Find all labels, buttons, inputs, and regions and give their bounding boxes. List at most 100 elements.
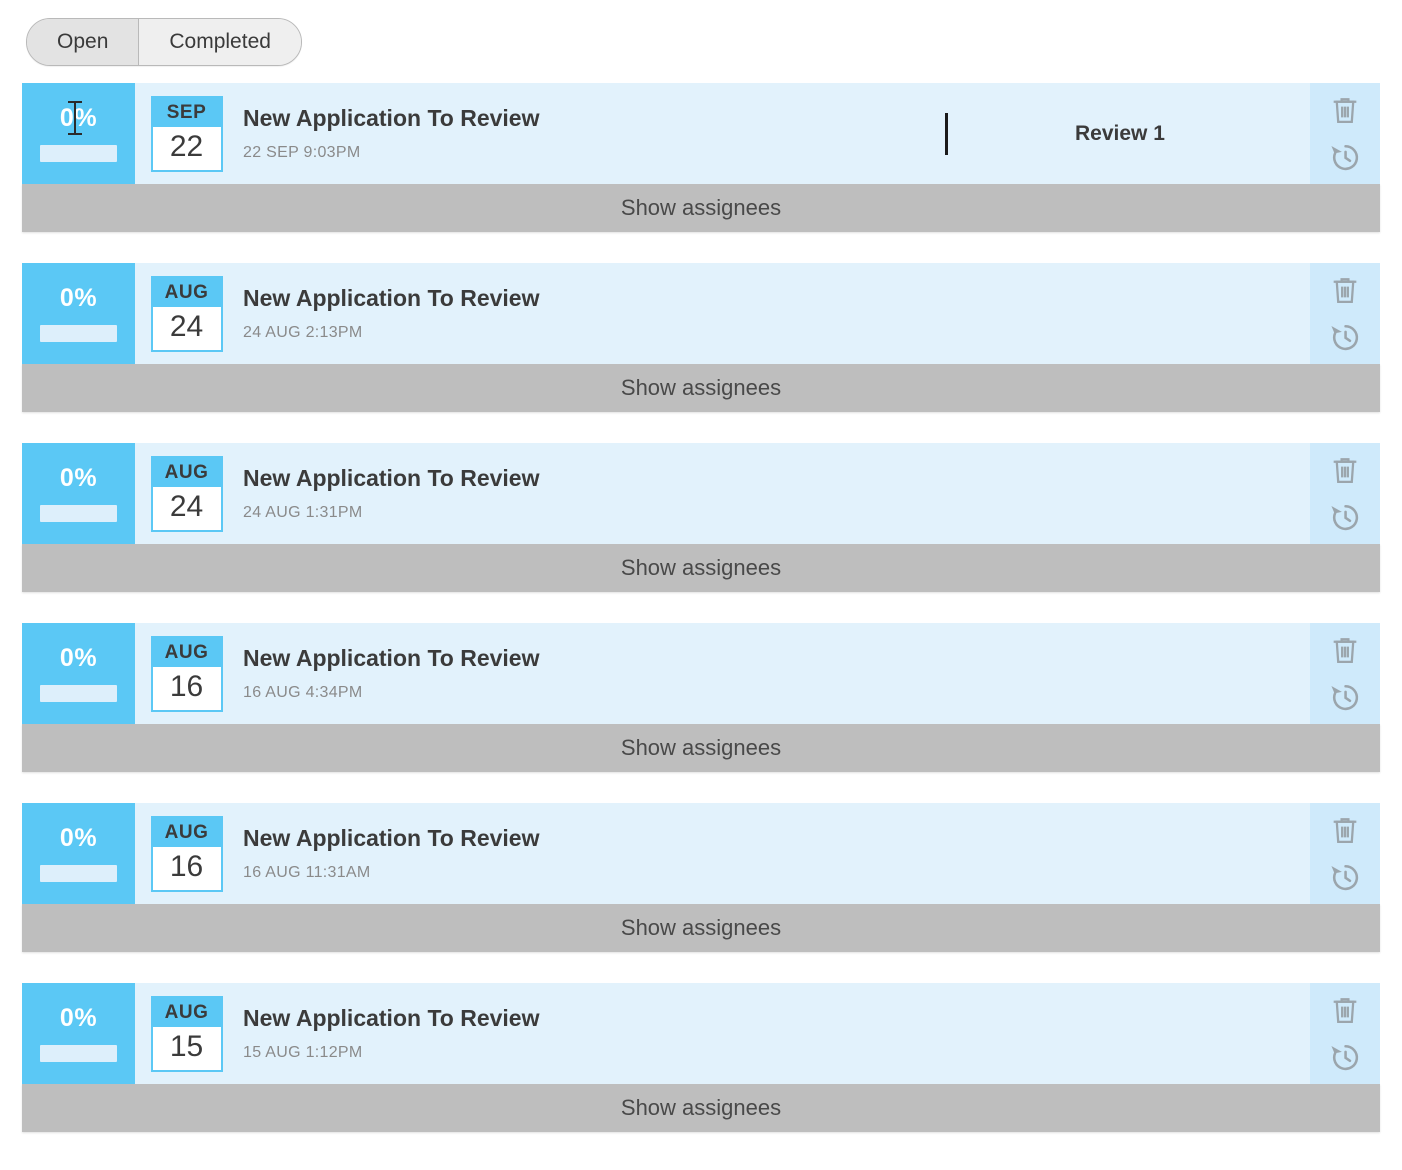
- date-badge-month: AUG: [152, 457, 221, 487]
- show-assignees-button[interactable]: Show assignees: [22, 184, 1380, 233]
- task-progress-bar: [40, 1044, 117, 1062]
- task-inline-edit-area[interactable]: [890, 623, 1310, 724]
- show-assignees-button[interactable]: Show assignees: [22, 904, 1380, 953]
- task-title: New Application To Review: [243, 644, 540, 671]
- task-row[interactable]: 0% AUG 16 New Application To Review 16 A…: [22, 803, 1380, 905]
- task-progress-percent: 0%: [59, 1003, 98, 1032]
- task-title: New Application To Review: [243, 1004, 540, 1031]
- task-progress-bar: [40, 324, 117, 342]
- task-date-column: AUG 16: [135, 623, 238, 724]
- task-timestamp: 24 AUG 2:13PM: [243, 323, 363, 341]
- history-icon[interactable]: [1328, 140, 1362, 174]
- history-icon[interactable]: [1328, 500, 1362, 534]
- show-assignees-label: Show assignees: [620, 915, 782, 941]
- task-row[interactable]: 0% AUG 15 New Application To Review 15 A…: [22, 983, 1380, 1085]
- task-card: 0% AUG 15 New Application To Review 15 A…: [22, 983, 1380, 1133]
- task-actions-column: [1310, 803, 1380, 905]
- trash-icon[interactable]: [1328, 453, 1362, 487]
- task-inline-edit-area[interactable]: [890, 983, 1310, 1084]
- task-actions-column: [1310, 263, 1380, 365]
- task-actions-column: [1310, 983, 1380, 1085]
- show-assignees-label: Show assignees: [620, 555, 782, 581]
- task-card: 0% AUG 16 New Application To Review 16 A…: [22, 803, 1380, 953]
- task-progress-percent: 0%: [59, 283, 98, 312]
- date-badge-day: 24: [152, 486, 221, 530]
- task-card: 0% AUG 24 New Application To Review 24 A…: [22, 443, 1380, 593]
- task-inline-edit-area[interactable]: [890, 443, 1310, 544]
- date-badge: AUG 16: [150, 635, 223, 712]
- task-progress-block[interactable]: 0%: [22, 83, 135, 185]
- history-icon[interactable]: [1328, 1040, 1362, 1074]
- trash-icon[interactable]: [1328, 993, 1362, 1027]
- trash-icon[interactable]: [1328, 813, 1362, 847]
- date-badge-month: AUG: [152, 277, 221, 307]
- task-date-column: SEP 22: [135, 83, 238, 184]
- history-icon[interactable]: [1328, 680, 1362, 714]
- history-icon[interactable]: [1328, 320, 1362, 354]
- task-progress-block[interactable]: 0%: [22, 803, 135, 905]
- trash-icon[interactable]: [1328, 273, 1362, 307]
- task-row[interactable]: 0% AUG 24 New Application To Review 24 A…: [22, 263, 1380, 365]
- trash-icon[interactable]: [1328, 93, 1362, 127]
- date-badge-month: SEP: [152, 97, 221, 127]
- date-badge-month: AUG: [152, 817, 221, 847]
- task-progress-percent: 0%: [59, 463, 98, 492]
- task-title: New Application To Review: [243, 284, 540, 311]
- date-badge-day: 15: [152, 1026, 221, 1070]
- date-badge-month: AUG: [152, 637, 221, 667]
- status-filter-segmented-control[interactable]: Open Completed: [26, 18, 302, 67]
- show-assignees-button[interactable]: Show assignees: [22, 364, 1380, 413]
- task-timestamp: 22 SEP 9:03PM: [243, 143, 361, 161]
- history-icon[interactable]: [1328, 860, 1362, 894]
- task-progress-block[interactable]: 0%: [22, 623, 135, 725]
- task-timestamp: 15 AUG 1:12PM: [243, 1043, 363, 1061]
- task-date-column: AUG 16: [135, 803, 238, 904]
- task-info-column: New Application To Review 16 AUG 4:34PM: [238, 623, 890, 724]
- show-assignees-button[interactable]: Show assignees: [22, 1084, 1380, 1133]
- tab-completed[interactable]: Completed: [139, 19, 301, 66]
- task-progress-bar: [40, 504, 117, 522]
- task-progress-percent: 0%: [59, 823, 98, 852]
- date-badge-month: AUG: [152, 997, 221, 1027]
- show-assignees-button[interactable]: Show assignees: [22, 724, 1380, 773]
- task-date-column: AUG 24: [135, 263, 238, 364]
- task-inline-edit-area[interactable]: Review 1: [890, 83, 1310, 184]
- task-info-column: New Application To Review 24 AUG 2:13PM: [238, 263, 890, 364]
- show-assignees-label: Show assignees: [620, 735, 782, 761]
- task-inline-edit-area[interactable]: [890, 803, 1310, 904]
- task-title: New Application To Review: [243, 824, 540, 851]
- task-progress-block[interactable]: 0%: [22, 983, 135, 1085]
- task-timestamp: 24 AUG 1:31PM: [243, 503, 363, 521]
- show-assignees-label: Show assignees: [620, 375, 782, 401]
- task-row[interactable]: 0% AUG 24 New Application To Review 24 A…: [22, 443, 1380, 545]
- task-card: 0% SEP 22 New Application To Review 22 S…: [22, 83, 1380, 233]
- task-card: 0% AUG 24 New Application To Review 24 A…: [22, 263, 1380, 413]
- date-badge: AUG 15: [150, 995, 223, 1072]
- task-info-column: New Application To Review 24 AUG 1:31PM: [238, 443, 890, 544]
- date-badge: AUG 16: [150, 815, 223, 892]
- date-badge: AUG 24: [150, 275, 223, 352]
- task-progress-block[interactable]: 0%: [22, 443, 135, 545]
- task-date-column: AUG 24: [135, 443, 238, 544]
- trash-icon[interactable]: [1328, 633, 1362, 667]
- filter-toggle-container: Open Completed: [0, 0, 1402, 67]
- task-row[interactable]: 0% SEP 22 New Application To Review 22 S…: [22, 83, 1380, 185]
- task-info-column: New Application To Review 16 AUG 11:31AM: [238, 803, 890, 904]
- task-timestamp: 16 AUG 4:34PM: [243, 683, 363, 701]
- task-progress-bar: [40, 864, 117, 882]
- show-assignees-button[interactable]: Show assignees: [22, 544, 1380, 593]
- tab-open[interactable]: Open: [27, 19, 140, 66]
- task-title: New Application To Review: [243, 104, 540, 131]
- task-progress-percent: 0%: [59, 643, 98, 672]
- task-progress-block[interactable]: 0%: [22, 263, 135, 365]
- date-badge-day: 16: [152, 846, 221, 890]
- task-row[interactable]: 0% AUG 16 New Application To Review 16 A…: [22, 623, 1380, 725]
- task-date-column: AUG 15: [135, 983, 238, 1084]
- task-title: New Application To Review: [243, 464, 540, 491]
- task-inline-edit-area[interactable]: [890, 263, 1310, 364]
- date-badge-day: 22: [152, 126, 221, 170]
- task-info-column: New Application To Review 15 AUG 1:12PM: [238, 983, 890, 1084]
- task-info-column: New Application To Review 22 SEP 9:03PM: [238, 83, 890, 184]
- task-actions-column: [1310, 623, 1380, 725]
- date-badge: SEP 22: [150, 95, 223, 172]
